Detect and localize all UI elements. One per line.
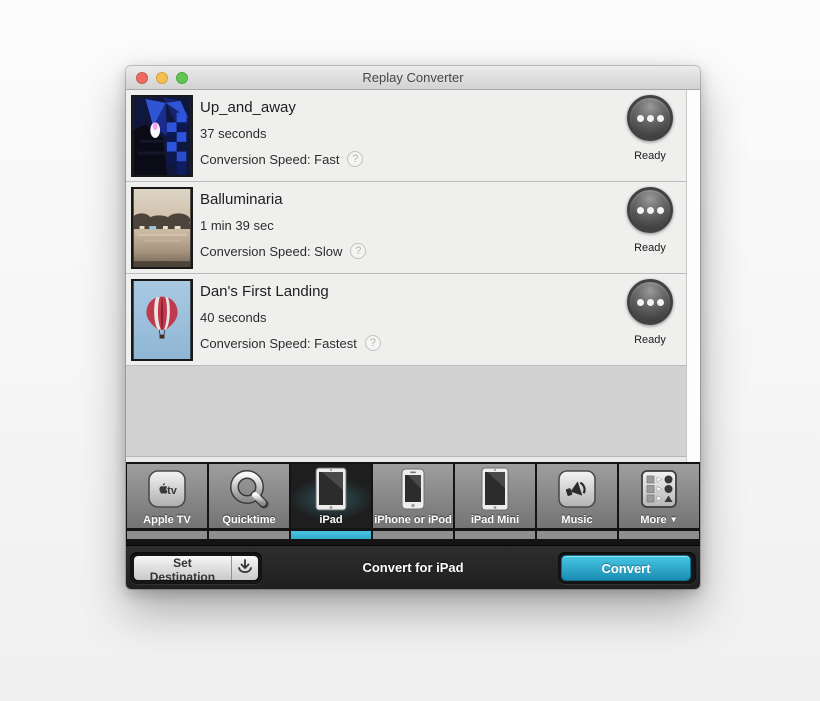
help-icon[interactable]: ? xyxy=(347,151,363,167)
status-menu-button[interactable] xyxy=(627,187,673,233)
replay-converter-window: Replay Converter xyxy=(126,66,700,589)
dot-icon xyxy=(637,207,644,214)
video-title: Balluminaria xyxy=(200,190,366,209)
video-duration: 37 seconds xyxy=(200,126,363,141)
lake-dusk-thumbnail-art: · · · · · · xyxy=(133,189,191,267)
status-menu-button[interactable] xyxy=(627,95,673,141)
tab-underline xyxy=(455,531,535,539)
media-item-row[interactable]: Dan's First Landing 40 seconds Conversio… xyxy=(126,274,700,366)
vertical-scrollbar-track[interactable] xyxy=(686,90,700,462)
tab-underline xyxy=(373,531,453,539)
video-thumbnail xyxy=(131,95,193,177)
dot-icon xyxy=(647,115,654,122)
device-tab-apple-tv[interactable]: tv Apple TV xyxy=(127,464,207,545)
help-icon[interactable]: ? xyxy=(365,335,381,351)
video-duration: 1 min 39 sec xyxy=(200,218,366,233)
dot-icon xyxy=(637,115,644,122)
status-label: Ready xyxy=(627,242,673,254)
status-menu-button[interactable] xyxy=(627,279,673,325)
balloon-interior-thumbnail-art xyxy=(133,97,191,175)
ipad-icon xyxy=(291,466,371,512)
footer-bar: Set Destination Convert for iPad Convert xyxy=(126,545,700,589)
music-speaker-icon xyxy=(537,466,617,512)
set-destination-group: Set Destination xyxy=(130,552,262,584)
video-thumbnail xyxy=(131,279,193,361)
dot-icon xyxy=(657,207,664,214)
media-list: Up_and_away 37 seconds Conversion Speed:… xyxy=(126,90,700,462)
status-label: Ready xyxy=(627,334,673,346)
dot-icon xyxy=(637,299,644,306)
device-label: More ▼ xyxy=(640,513,677,527)
chevron-down-icon: ▼ xyxy=(670,515,678,524)
dot-icon xyxy=(647,207,654,214)
window-title: Replay Converter xyxy=(126,66,700,90)
video-title: Up_and_away xyxy=(200,98,363,117)
download-icon xyxy=(235,557,255,580)
device-tab-quicktime[interactable]: Quicktime xyxy=(209,464,289,545)
conversion-speed-label: Conversion Speed: Slow xyxy=(200,244,342,259)
download-destination-button[interactable] xyxy=(231,556,258,580)
device-tab-more[interactable]: More ▼ xyxy=(619,464,699,545)
device-label: iPad Mini xyxy=(471,513,519,527)
tab-underline xyxy=(619,531,699,539)
iphone-icon xyxy=(373,466,453,512)
quicktime-icon xyxy=(209,466,289,512)
tab-underline xyxy=(537,531,617,539)
device-tab-ipad-mini[interactable]: iPad Mini xyxy=(455,464,535,545)
dot-icon xyxy=(647,299,654,306)
svg-text:· · · · · ·: · · · · · · xyxy=(155,255,168,260)
conversion-speed-label: Conversion Speed: Fast xyxy=(200,152,339,167)
tab-underline-selected xyxy=(291,531,371,539)
device-tab-ipad[interactable]: iPad xyxy=(291,464,371,545)
media-item-row[interactable]: · · · · · · Balluminaria 1 min 39 sec Co… xyxy=(126,182,700,274)
dot-icon xyxy=(657,115,664,122)
dot-icon xyxy=(657,299,664,306)
device-label: iPad xyxy=(319,513,342,527)
device-label: Apple TV xyxy=(143,513,191,527)
video-title: Dan's First Landing xyxy=(200,282,381,301)
tab-underline xyxy=(209,531,289,539)
convert-group: Convert xyxy=(558,552,696,584)
device-toolbar: tv Apple TV xyxy=(126,462,700,545)
ipad-mini-icon xyxy=(455,466,535,512)
convert-button[interactable]: Convert xyxy=(561,555,691,581)
set-destination-button[interactable]: Set Destination xyxy=(134,556,231,580)
more-grid-icon xyxy=(619,466,699,512)
conversion-speed-label: Conversion Speed: Fastest xyxy=(200,336,357,351)
help-icon[interactable]: ? xyxy=(350,243,366,259)
red-balloon-thumbnail-art xyxy=(133,281,191,359)
title-bar[interactable]: Replay Converter xyxy=(126,66,700,90)
device-tab-music[interactable]: Music xyxy=(537,464,617,545)
device-tab-iphone-or-ipod[interactable]: iPhone or iPod xyxy=(373,464,453,545)
video-duration: 40 seconds xyxy=(200,310,381,325)
media-item-row[interactable]: Up_and_away 37 seconds Conversion Speed:… xyxy=(126,90,700,182)
video-thumbnail: · · · · · · xyxy=(131,187,193,269)
device-label: Quicktime xyxy=(222,513,275,527)
tab-underline xyxy=(127,531,207,539)
device-label: Music xyxy=(561,513,592,527)
device-label: iPhone or iPod xyxy=(374,513,452,527)
apple-tv-icon: tv xyxy=(127,466,207,512)
svg-text:tv: tv xyxy=(167,485,178,497)
status-label: Ready xyxy=(627,150,673,162)
